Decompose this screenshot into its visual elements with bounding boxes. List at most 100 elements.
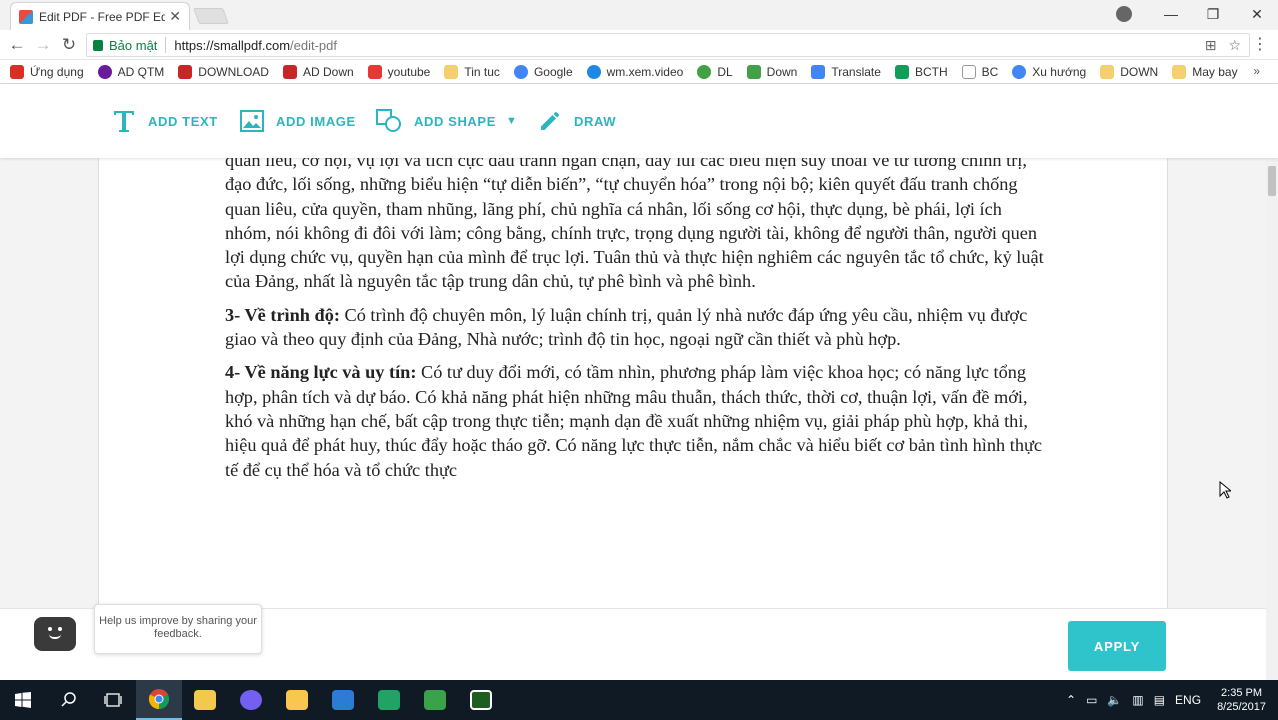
file-explorer-icon[interactable] [274,680,320,720]
mouse-cursor-icon [1219,481,1231,499]
bookmark-item[interactable]: BC [961,64,998,79]
add-image-button[interactable]: ADD IMAGE [240,106,356,136]
bookmark-label: Xu hướng [1032,64,1087,79]
volume-icon[interactable]: 🔈 [1107,693,1122,707]
smallpdf-favicon-icon [19,9,33,24]
chrome-taskbar-icon[interactable] [136,680,182,720]
app-tile-icon [378,690,400,710]
close-tab-icon[interactable]: ✕ [169,8,181,25]
bot-face-icon [44,627,66,641]
bookmark-label: youtube [387,64,431,79]
omnibox-icons: ⊞ ☆ [1205,37,1241,54]
bookmark-item[interactable]: Google [513,64,573,79]
camtasia-recorder-icon[interactable] [458,680,504,720]
chevron-up-icon[interactable]: ⌃ [1066,693,1076,707]
bookmark-label: wm.xem.video [606,64,684,79]
bookmark-item[interactable]: AD QTM [97,64,165,79]
gmail-icon [282,64,297,79]
bookmark-item[interactable]: DOWNLOAD [178,64,269,79]
restore-button[interactable]: ❐ [1192,0,1234,28]
folder-icon [444,64,459,79]
bookmark-item[interactable]: wm.xem.video [586,64,684,79]
reload-icon[interactable]: ↻ [58,34,80,56]
bookmarks-overflow-icon[interactable]: » [1253,64,1260,78]
new-tab-button[interactable] [193,8,229,24]
clock[interactable]: 2:35 PM 8/25/2017 [1217,686,1266,714]
bookmark-item[interactable]: Translate [811,64,881,79]
add-shape-label: ADD SHAPE [414,113,496,129]
bookmark-item[interactable]: DOWN [1100,64,1158,79]
add-text-button[interactable]: ADD TEXT [112,106,218,136]
vertical-scrollbar[interactable] [1266,158,1278,680]
bookmark-star-icon[interactable]: ☆ [1228,37,1241,54]
sticky-app-icon[interactable] [182,680,228,720]
bookmark-label: BCTH [914,64,948,79]
chevron-down-icon[interactable]: ▼ [506,115,518,127]
drive-icon [894,64,909,79]
forward-icon[interactable]: → [32,34,54,56]
bookmark-label: AD QTM [117,64,165,79]
paragraph: 3- Về trình độ: Có trình độ chuyên môn, … [225,303,1045,352]
editor-toolbar: ADD TEXT ADD IMAGE ADD SHAPE ▼ DRAW [0,84,1278,158]
bookmark-label: AD Down [302,64,354,79]
bookmark-item[interactable]: DL [697,64,733,79]
add-shape-button[interactable]: ADD SHAPE ▼ [376,106,517,136]
browser-toolbar: ← → ↻ Bảo mật https://smallpdf.com /edit… [0,30,1278,60]
task-view-icon[interactable] [90,680,136,720]
paragraph-heading: 3- Về trình độ: [225,304,340,325]
add-text-label: ADD TEXT [148,113,218,129]
clock-time: 2:35 PM [1221,687,1263,699]
apply-button[interactable]: APPLY [1068,621,1166,671]
search-icon[interactable] [46,680,92,720]
app-tile-icon [424,690,446,710]
bookmark-label: May bay [1192,64,1238,79]
input-language[interactable]: ENG [1175,693,1201,707]
bookmark-item[interactable]: Ứng dụng [10,64,84,79]
feedback-bot-icon[interactable] [34,617,76,651]
image-icon [240,110,264,132]
minimize-button[interactable]: — [1150,0,1192,28]
bookmark-item[interactable]: Xu hướng [1012,64,1087,79]
text-icon [112,108,136,134]
scroll-thumb[interactable] [1268,166,1276,196]
url-path: /edit-pdf [290,37,338,53]
feedback-bubble[interactable]: Help us improve by sharing your feedback… [94,604,262,654]
bookmark-label: Ứng dụng [30,64,84,79]
bookmark-item[interactable]: Tin tuc [444,64,500,79]
folder-icon [1172,64,1187,79]
bookmark-item[interactable]: youtube [367,64,431,79]
bookmarks-bar: Ứng dụng AD QTM DOWNLOAD AD Down youtube… [0,60,1278,84]
word-icon[interactable] [320,680,366,720]
battery-icon[interactable]: ▭ [1086,693,1097,707]
pdf-page[interactable]: quan liêu, cơ hội, vụ lợi và tích cực đấ… [98,158,1168,608]
youtube-icon [367,64,382,79]
network-icon[interactable]: ▥ [1132,693,1143,707]
start-button[interactable] [0,680,46,720]
bookmark-label: DL [717,64,733,79]
close-window-button[interactable]: ✕ [1236,0,1278,28]
notification-icon[interactable]: ▤ [1154,693,1165,707]
draw-button[interactable]: DRAW [538,106,616,136]
bookmark-item[interactable]: BCTH [894,64,948,79]
translate-icon[interactable]: ⊞ [1205,37,1217,54]
play-icon [586,64,601,79]
document-viewport[interactable]: quan liêu, cơ hội, vụ lợi và tích cực đấ… [0,158,1266,608]
sheets-taskbar-icon[interactable] [366,680,412,720]
chrome-menu-icon[interactable]: ⋮ [1252,34,1268,54]
browser-tab[interactable]: Edit PDF - Free PDF Edito ✕ [10,2,190,30]
profile-icon[interactable] [1116,6,1132,22]
drive-icon [697,64,712,79]
bookmark-item[interactable]: May bay [1172,64,1238,79]
bookmark-item[interactable]: AD Down [282,64,354,79]
camtasia-icon[interactable] [412,680,458,720]
pdf-text-block: quan liêu, cơ hội, vụ lợi và tích cực đấ… [225,158,1045,491]
viber-icon[interactable] [228,680,274,720]
secure-label: Bảo mật [109,37,158,53]
address-bar[interactable]: Bảo mật https://smallpdf.com /edit-pdf ⊞… [86,33,1250,57]
back-icon[interactable]: ← [6,34,28,56]
bookmark-item[interactable]: Down [746,64,797,79]
paragraph-heading: 4- Về năng lực và uy tín: [225,362,417,383]
bottom-bar: Help us improve by sharing your feedback… [0,604,1266,680]
windows-logo-icon [15,692,31,708]
sheets-icon [746,64,761,79]
